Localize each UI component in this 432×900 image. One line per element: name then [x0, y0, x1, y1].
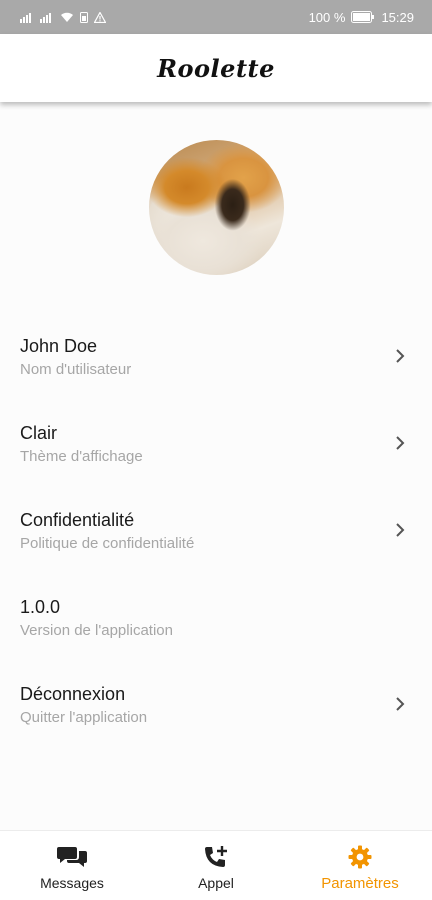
setting-subtitle: Version de l'application — [20, 622, 173, 639]
nav-label: Appel — [198, 875, 234, 891]
app-header: Roolette — [0, 34, 432, 102]
status-icons-right: 100 % 15:29 — [309, 10, 414, 25]
chevron-right-icon — [396, 349, 405, 363]
bottom-nav: Messages Appel Paramètres — [0, 830, 432, 900]
battery-icon — [351, 11, 375, 23]
setting-title: 1.0.0 — [20, 597, 61, 617]
chevron-right-icon — [396, 697, 405, 711]
signal-icon-secondary — [40, 12, 51, 23]
nav-item-settings[interactable]: Paramètres — [288, 831, 432, 900]
nav-label: Paramètres — [321, 875, 399, 892]
nav-item-call[interactable]: Appel — [144, 831, 288, 900]
phone-add-icon — [205, 846, 227, 867]
setting-logout[interactable]: Déconnexion Quitter l'application — [0, 664, 432, 751]
status-icons-left — [20, 11, 106, 23]
app-title: Roolette — [157, 53, 275, 83]
chevron-right-icon — [396, 436, 405, 450]
setting-subtitle: Thème d'affichage — [20, 448, 143, 465]
nav-label: Messages — [40, 875, 104, 891]
setting-privacy[interactable]: Confidentialité Politique de confidentia… — [0, 490, 432, 577]
setting-title: Confidentialité — [20, 510, 135, 530]
setting-username[interactable]: John Doe Nom d'utilisateur — [0, 316, 432, 403]
setting-subtitle: Nom d'utilisateur — [20, 361, 132, 378]
sim-icon — [80, 11, 88, 23]
setting-subtitle: Politique de confidentialité — [20, 535, 195, 552]
wifi-icon — [61, 12, 73, 22]
avatar[interactable] — [149, 140, 284, 275]
setting-title: Clair — [20, 423, 58, 443]
signal-icon — [20, 12, 31, 23]
chat-bubbles-icon — [57, 847, 87, 867]
setting-subtitle: Quitter l'application — [20, 709, 148, 726]
chevron-right-icon — [396, 523, 405, 537]
warning-icon — [94, 11, 106, 23]
battery-percentage: 100 % — [308, 9, 346, 25]
gear-icon — [348, 845, 372, 869]
settings-list: John Doe Nom d'utilisateur Clair Thème d… — [0, 316, 432, 751]
setting-title: Déconnexion — [20, 684, 126, 704]
status-bar: 100 % 15:29 — [0, 0, 432, 34]
setting-version: 1.0.0 Version de l'application — [0, 577, 432, 664]
setting-title: John Doe — [20, 336, 98, 356]
clock: 15:29 — [381, 9, 414, 25]
nav-item-messages[interactable]: Messages — [0, 831, 144, 900]
setting-theme[interactable]: Clair Thème d'affichage — [0, 403, 432, 490]
